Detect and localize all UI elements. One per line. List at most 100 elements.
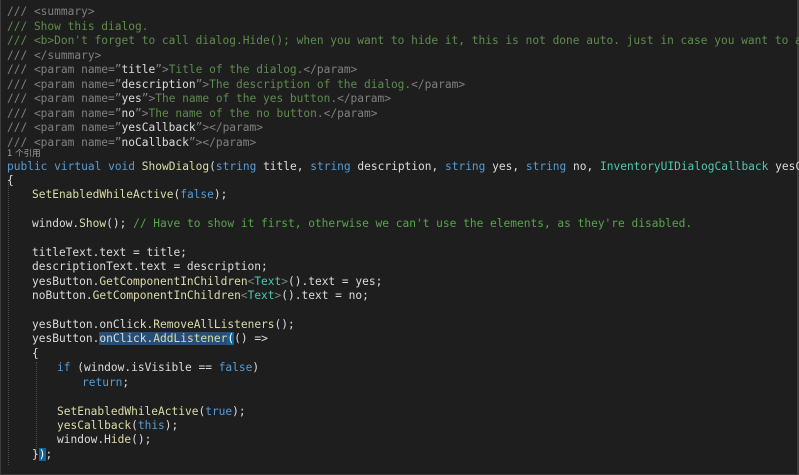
type-name: InventoryUIDialogCallback bbox=[600, 160, 769, 173]
doc-comment-summary-open: /// <summary> bbox=[7, 5, 95, 18]
selected-text[interactable]: onClick bbox=[99, 332, 147, 345]
statement-tail: ().text = no; bbox=[281, 289, 369, 302]
param-name: yesCallback bbox=[121, 121, 196, 134]
param-name: yes bbox=[121, 92, 142, 105]
param-description: The name of the yes button. bbox=[155, 92, 338, 105]
param-close-tag: </param> bbox=[303, 63, 358, 76]
keyword-public: public bbox=[7, 160, 48, 173]
identifier: window bbox=[57, 433, 98, 446]
type-name: Text bbox=[247, 289, 275, 302]
keyword-virtual: virtual bbox=[54, 160, 102, 173]
identifier: onClick bbox=[99, 318, 147, 331]
code-line: noButton.GetComponentInChildren<Text>().… bbox=[32, 289, 369, 302]
code-editor[interactable]: /// <summary> /// Show this dialog. /// … bbox=[0, 0, 799, 475]
identifier: window bbox=[32, 217, 73, 230]
method-call: SetEnabledWhileActive bbox=[32, 188, 174, 201]
code-line: { bbox=[32, 347, 39, 361]
code-line: /// <param name=”noCallback”></param> bbox=[7, 136, 257, 149]
keyword-true: true bbox=[205, 405, 233, 418]
condition: (window.isVisible == bbox=[77, 361, 219, 374]
identifier: yesButton bbox=[32, 275, 93, 288]
keyword-if: if bbox=[57, 361, 71, 374]
lambda-expression: () => bbox=[234, 332, 268, 345]
code-line: /// <param name=”no”>The name of the no … bbox=[7, 107, 378, 120]
keyword-false: false bbox=[218, 361, 253, 374]
statement-tail: ().text = yes; bbox=[288, 275, 383, 288]
code-line: if (window.isVisible == false) bbox=[57, 361, 260, 374]
statement: descriptionText.text = description; bbox=[32, 260, 268, 273]
method-call: GetComponentInChildren bbox=[99, 275, 248, 288]
method-call: GetComponentInChildren bbox=[92, 289, 241, 302]
inline-comment: // Have to show it first, otherwise we c… bbox=[133, 217, 693, 230]
code-lens-label[interactable]: 1 个引用 bbox=[7, 149, 41, 159]
code-line: yesCallback(this); bbox=[57, 419, 179, 432]
method-call: SetEnabledWhileActive bbox=[57, 405, 199, 418]
method-call: Show bbox=[79, 217, 107, 230]
code-line: /// <param name=”yesCallback”></param> bbox=[7, 121, 263, 134]
method-call: RemoveAllListeners bbox=[153, 318, 275, 331]
code-line: descriptionText.text = description; bbox=[32, 260, 268, 274]
parameter: no bbox=[573, 160, 587, 173]
method-call: yesCallback bbox=[57, 419, 132, 432]
param-close-tag: </param> bbox=[323, 107, 378, 120]
param-close-tag: </param> bbox=[411, 78, 466, 91]
param-name: title bbox=[121, 63, 156, 76]
method-signature-line: public virtual void ShowDialog(string ti… bbox=[7, 160, 799, 174]
code-line: return; bbox=[82, 376, 130, 389]
code-line: /// Show this dialog. bbox=[7, 20, 148, 34]
code-line: SetEnabledWhileActive(false); bbox=[32, 188, 228, 201]
parameter: description bbox=[357, 160, 432, 173]
parameter: yesCallback, bbox=[775, 160, 799, 173]
code-line: yesButton.GetComponentInChildren<Text>()… bbox=[32, 275, 383, 288]
method-name: ShowDialog bbox=[141, 160, 210, 173]
param-description: The description of the dialog. bbox=[209, 78, 412, 91]
doc-comment-text: /// Show this dialog. bbox=[7, 20, 149, 33]
param-close-tag: </param> bbox=[209, 121, 263, 134]
code-line: /// <summary> bbox=[7, 5, 95, 19]
keyword-string: string bbox=[215, 160, 257, 173]
code-line: /// <b>Don't forget to call dialog.Hide(… bbox=[7, 34, 799, 48]
keyword-void: void bbox=[108, 160, 136, 173]
identifier: noButton bbox=[32, 289, 86, 302]
param-name: noCallback bbox=[121, 136, 189, 149]
keyword-string: string bbox=[310, 160, 351, 173]
editor-left-border bbox=[0, 0, 1, 475]
doc-comment-text: /// <b>Don't forget to call dialog.Hide(… bbox=[7, 34, 799, 47]
code-lens-references[interactable]: 1 个引用 bbox=[7, 148, 41, 160]
param-name: no bbox=[121, 107, 135, 120]
code-line: yesButton.onClick.AddListener(() => bbox=[32, 332, 268, 345]
code-line: SetEnabledWhileActive(true); bbox=[57, 405, 246, 418]
identifier: yesButton bbox=[32, 332, 93, 345]
code-line: /// <param name=”description”>The descri… bbox=[7, 78, 466, 91]
keyword-this: this bbox=[137, 419, 165, 432]
code-line: titleText.text = title; bbox=[32, 246, 187, 260]
doc-comment-summary-close: /// </summary> bbox=[7, 49, 102, 62]
code-line: /// <param name=”yes”>The name of the ye… bbox=[7, 92, 391, 105]
code-line: /// </summary> bbox=[7, 49, 101, 63]
code-line: });}); bbox=[32, 448, 53, 461]
keyword-false: false bbox=[180, 188, 214, 201]
selected-text[interactable]: AddListener bbox=[153, 332, 228, 345]
parameter: yes bbox=[492, 160, 513, 173]
param-close-tag: </param> bbox=[202, 136, 257, 149]
code-line: window.Show(); // Have to show it first,… bbox=[32, 217, 693, 230]
indent-guide bbox=[8, 180, 9, 465]
open-brace: { bbox=[7, 174, 14, 187]
code-line: yesButton.onClick.RemoveAllListeners(); bbox=[32, 318, 295, 331]
keyword-string: string bbox=[444, 160, 486, 173]
method-call: Hide bbox=[104, 433, 132, 446]
indent-guide bbox=[36, 362, 37, 454]
code-line: { bbox=[7, 174, 14, 188]
statement: titleText.text = title; bbox=[32, 246, 187, 259]
param-name: description bbox=[121, 78, 196, 91]
code-line: /// <param name=”title”>Title of the dia… bbox=[7, 63, 358, 76]
keyword-string: string bbox=[525, 160, 567, 173]
parameter: title bbox=[263, 160, 297, 173]
type-name: Text bbox=[254, 275, 282, 288]
param-description: Title of the dialog. bbox=[168, 63, 304, 76]
open-brace: { bbox=[32, 347, 39, 360]
keyword-return: return bbox=[82, 376, 123, 389]
param-description: The name of the no button. bbox=[148, 107, 324, 120]
code-line: window.Hide(); bbox=[57, 433, 152, 446]
identifier: yesButton bbox=[32, 318, 93, 331]
